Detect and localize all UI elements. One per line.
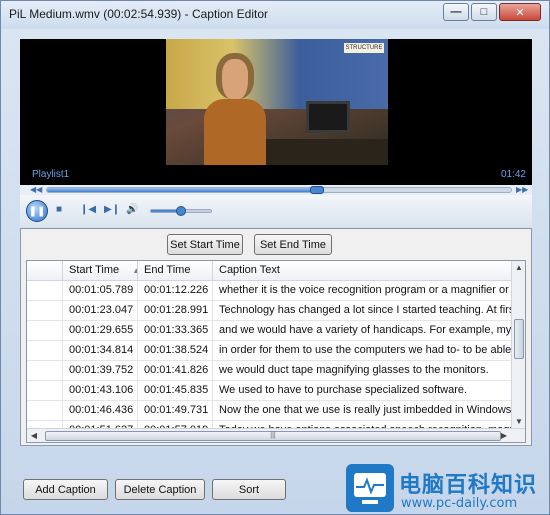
table-body: 00:01:05.789 00:01:12.226 whether it is th… [27,281,512,441]
start-time-cell[interactable]: 00:01:43.106 [63,381,138,401]
seek-bar[interactable] [46,186,512,194]
start-time-cell[interactable]: 00:01:39.752 [63,361,138,381]
caption-editor-window: PiL Medium.wmv (00:02:54.939) - Caption … [0,0,550,515]
media-player: STRUCTURE Playlist1 01:42 ◀◀ ▶▶ ❚❚ ■ ❙◀ … [20,39,532,227]
pause-button[interactable]: ❚❚ [26,200,48,222]
set-end-time-button[interactable]: Set End Time [254,234,332,255]
caption-text-cell[interactable]: and we would have a variety of handicaps… [213,321,512,341]
playlist-label[interactable]: Playlist1 [32,169,69,180]
set-start-time-button[interactable]: Set Start Time [167,234,243,255]
close-button[interactable]: ✕ [499,3,541,21]
table-row[interactable]: 00:01:05.789 00:01:12.226 whether it is th… [27,281,512,301]
row-selector-cell[interactable] [27,401,63,421]
video-speaker [204,53,266,165]
watermark-title: 电脑百科知识 [399,473,538,498]
minimize-button[interactable]: — [443,3,469,21]
caption-text-cell[interactable]: Now the one that we use is really just i… [213,401,512,421]
video-desk [266,139,388,165]
table-row[interactable]: 00:01:34.814 00:01:38.524 in order for the… [27,341,512,361]
video-sign: STRUCTURE [344,43,384,53]
row-selector-cell[interactable] [27,341,63,361]
playback-controls: ❚❚ ■ ❙◀ ▶❙ 🔊 [20,195,532,227]
vertical-scroll-thumb[interactable] [514,319,524,359]
seek-thumb[interactable] [310,186,324,194]
table-row[interactable]: 00:01:43.106 00:01:45.835 We used to have … [27,381,512,401]
previous-icon[interactable]: ❙◀ [80,204,96,215]
table-row[interactable]: 00:01:29.655 00:01:33.365 and we would hav… [27,321,512,341]
rewind-icon[interactable]: ◀◀ [30,185,42,195]
caption-table: Start Time ▲ End Time Caption Text 00:01… [26,260,526,443]
caption-text-cell[interactable]: in order for them to use the computers w… [213,341,512,361]
end-time-cell[interactable]: 00:01:38.524 [138,341,213,361]
header-row-selector [27,261,63,281]
horizontal-scroll-thumb[interactable]: ||| [45,431,501,441]
row-selector-cell[interactable] [27,321,63,341]
video-frame[interactable]: STRUCTURE [166,39,388,165]
caption-editor-panel: Set Start Time Set End Time Start Time ▲… [20,228,532,446]
seek-progress [47,188,317,192]
caption-text-cell[interactable]: we would duct tape magnifying glasses to… [213,361,512,381]
start-time-cell[interactable]: 00:01:23.047 [63,301,138,321]
table-row[interactable]: 00:01:39.752 00:01:41.826 we would duct ta… [27,361,512,381]
pulse-icon [356,477,384,495]
time-readout: 01:42 [500,169,526,180]
scroll-right-icon[interactable]: ▶ [497,429,511,442]
delete-caption-button[interactable]: Delete Caption [115,479,205,500]
row-selector-cell[interactable] [27,281,63,301]
start-time-cell[interactable]: 00:01:29.655 [63,321,138,341]
sort-button[interactable]: Sort [212,479,286,500]
header-start-time[interactable]: Start Time ▲ [63,261,138,281]
window-title: PiL Medium.wmv (00:02:54.939) - Caption … [9,7,269,21]
end-time-cell[interactable]: 00:01:45.835 [138,381,213,401]
title-bar[interactable]: PiL Medium.wmv (00:02:54.939) - Caption … [1,1,549,29]
caption-text-cell[interactable]: Technology has changed a lot since I sta… [213,301,512,321]
header-caption-text[interactable]: Caption Text [213,261,512,281]
scroll-left-icon[interactable]: ◀ [27,429,41,442]
end-time-cell[interactable]: 00:01:33.365 [138,321,213,341]
horizontal-scrollbar[interactable]: ◀ ||| ▶ [27,428,525,442]
row-selector-cell[interactable] [27,381,63,401]
start-time-cell[interactable]: 00:01:46.436 [63,401,138,421]
end-time-cell[interactable]: 00:01:12.226 [138,281,213,301]
watermark-logo [346,464,394,512]
row-selector-cell[interactable] [27,361,63,381]
header-end-time[interactable]: End Time [138,261,213,281]
end-time-cell[interactable]: 00:01:41.826 [138,361,213,381]
watermark-url: www.pc-daily.com [401,496,518,511]
caption-text-cell[interactable]: whether it is the voice recognition prog… [213,281,512,301]
volume-icon[interactable]: 🔊 [126,204,138,215]
volume-thumb[interactable] [176,206,186,216]
start-time-cell[interactable]: 00:01:34.814 [63,341,138,361]
end-time-cell[interactable]: 00:01:49.731 [138,401,213,421]
fast-forward-icon[interactable]: ▶▶ [516,185,528,195]
next-icon[interactable]: ▶❙ [104,204,120,215]
row-selector-cell[interactable] [27,301,63,321]
stop-icon[interactable]: ■ [56,204,62,215]
maximize-button[interactable]: □ [471,3,497,21]
vertical-scrollbar[interactable]: ▲ ▼ [511,261,525,429]
header-start-time-label: Start Time [69,264,120,276]
caption-text-cell[interactable]: We used to have to purchase specialized … [213,381,512,401]
volume-slider[interactable] [150,206,212,216]
start-time-cell[interactable]: 00:01:05.789 [63,281,138,301]
seek-bar-row: ◀◀ ▶▶ [20,185,532,195]
table-header: Start Time ▲ End Time Caption Text [27,261,512,281]
window-controls: — □ ✕ [443,3,541,21]
scroll-down-icon[interactable]: ▼ [512,415,525,429]
table-row[interactable]: 00:01:46.436 00:01:49.731 Now the one that… [27,401,512,421]
video-monitor [306,101,350,133]
scroll-up-icon[interactable]: ▲ [512,261,525,275]
add-caption-button[interactable]: Add Caption [23,479,108,500]
table-row[interactable]: 00:01:23.047 00:01:28.991 Technology has c… [27,301,512,321]
end-time-cell[interactable]: 00:01:28.991 [138,301,213,321]
